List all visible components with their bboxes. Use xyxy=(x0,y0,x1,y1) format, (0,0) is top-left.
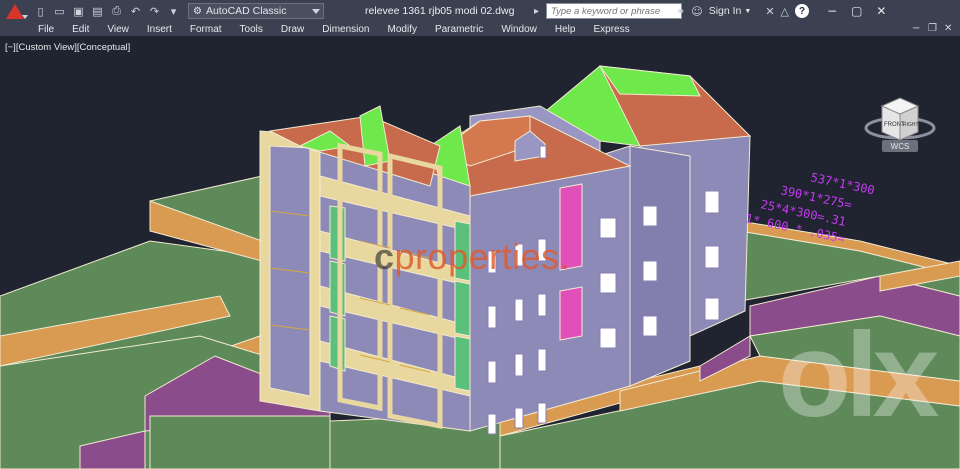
menu-tools[interactable]: Tools xyxy=(240,24,263,35)
viewcube-right-label: RIGHT xyxy=(903,122,919,128)
customize-toolbar-icon[interactable]: ▾ xyxy=(165,3,182,19)
chevron-down-icon xyxy=(22,15,28,19)
workspace-label: AutoCAD Classic xyxy=(205,5,287,17)
olx-watermark: olx xyxy=(778,308,939,442)
menu-draw[interactable]: Draw xyxy=(281,24,304,35)
sign-in-label: Sign In xyxy=(708,5,742,17)
plot-icon[interactable]: ⎙ xyxy=(108,3,125,19)
menu-file[interactable]: File xyxy=(38,24,54,35)
menu-modify[interactable]: Modify xyxy=(388,24,417,35)
minimize-document-icon[interactable]: − xyxy=(912,23,920,34)
restore-document-icon[interactable]: ❐ xyxy=(928,23,937,34)
binoculars-icon[interactable]: ⚭ xyxy=(676,5,685,18)
brand-watermark-c: c xyxy=(374,236,395,277)
search-expand-icon[interactable]: ▸ xyxy=(534,6,546,17)
menu-dimension[interactable]: Dimension xyxy=(322,24,369,35)
application-menu-button[interactable] xyxy=(0,0,30,22)
viewcube-front-label: FRONT xyxy=(884,122,905,128)
minimize-icon[interactable]: − xyxy=(827,4,837,18)
close-icon[interactable]: ✕ xyxy=(876,4,886,18)
save-as-icon[interactable]: ▤ xyxy=(89,3,106,19)
search-input[interactable] xyxy=(546,3,682,19)
menu-insert[interactable]: Insert xyxy=(147,24,172,35)
open-folder-icon[interactable]: ▭ xyxy=(51,3,68,19)
document-title: relevee 1361 rjb05 modi 02.dwg xyxy=(365,5,515,17)
infocenter-tools: ⚭ ☺ Sign In ▼ ✕ △ ? − ▢ ✕ xyxy=(676,3,900,19)
stay-connected-icon[interactable]: △ xyxy=(781,5,789,18)
undo-icon[interactable]: ↶ xyxy=(127,3,144,19)
drawing-viewport[interactable]: [−][Custom View][Conceptual] 537*1*300 3… xyxy=(0,36,960,469)
new-file-icon[interactable]: ▯ xyxy=(32,3,49,19)
menu-window[interactable]: Window xyxy=(501,24,537,35)
menu-express[interactable]: Express xyxy=(593,24,629,35)
save-icon[interactable]: ▣ xyxy=(70,3,87,19)
exchange-apps-icon[interactable]: ✕ xyxy=(765,5,774,18)
workspace-dropdown[interactable]: ⚙ AutoCAD Classic xyxy=(188,3,324,19)
brand-watermark: cproperties. xyxy=(374,236,570,278)
search-box: ▸ xyxy=(534,3,682,19)
redo-icon[interactable]: ↷ xyxy=(146,3,163,19)
menu-bar: File Edit View Insert Format Tools Draw … xyxy=(0,22,960,36)
title-bar: ▯ ▭ ▣ ▤ ⎙ ↶ ↷ ▾ ⚙ AutoCAD Classic releve… xyxy=(0,0,960,22)
user-icon[interactable]: ☺ xyxy=(691,5,702,18)
brand-watermark-text: properties. xyxy=(394,236,571,277)
chevron-down-icon: ▼ xyxy=(744,7,752,15)
menu-edit[interactable]: Edit xyxy=(72,24,89,35)
menu-parametric[interactable]: Parametric xyxy=(435,24,483,35)
restore-icon[interactable]: ▢ xyxy=(851,4,862,18)
close-document-icon[interactable]: ✕ xyxy=(944,23,952,34)
menu-view[interactable]: View xyxy=(107,24,129,35)
sign-in-button[interactable]: Sign In ▼ xyxy=(709,5,752,17)
dropdown-arrow-icon xyxy=(312,9,320,14)
help-button[interactable]: ? xyxy=(795,4,810,18)
ucs-menu-button[interactable]: WCS xyxy=(882,140,918,152)
menu-format[interactable]: Format xyxy=(190,24,222,35)
menu-help[interactable]: Help xyxy=(555,24,576,35)
gear-icon: ⚙ xyxy=(193,5,202,17)
